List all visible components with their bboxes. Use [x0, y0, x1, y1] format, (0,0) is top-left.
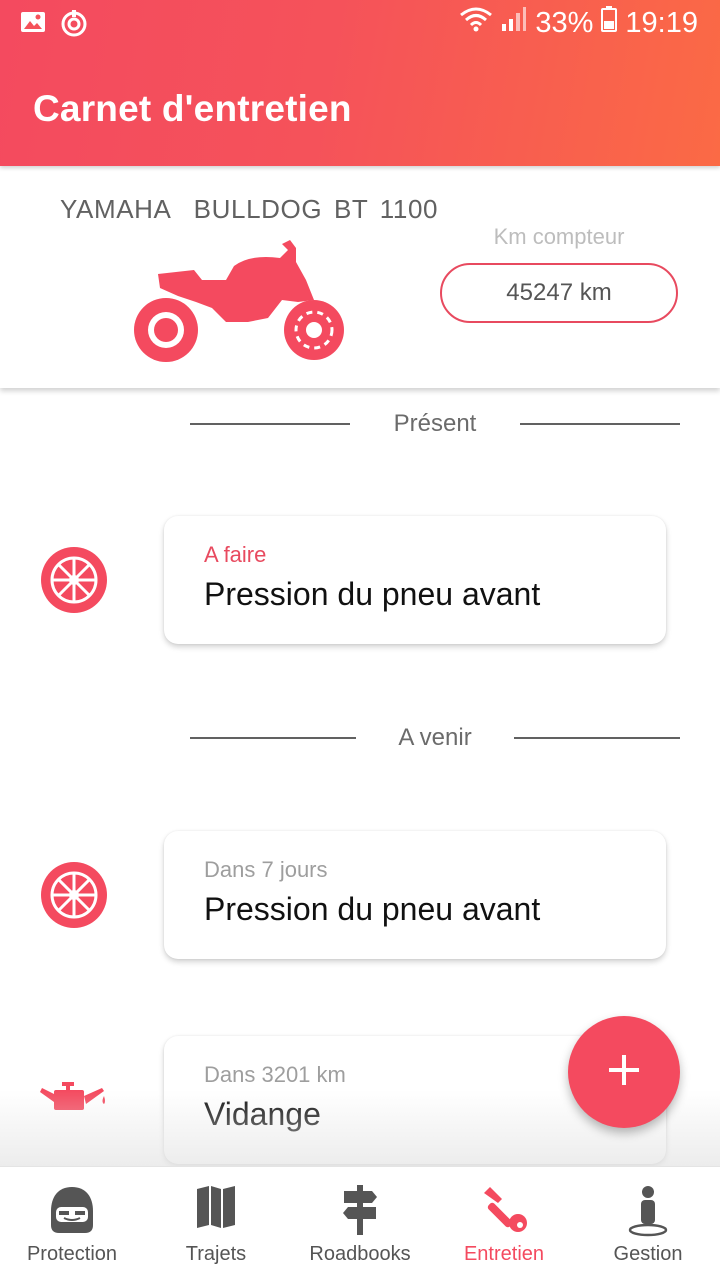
plus-icon	[609, 1054, 639, 1090]
nav-item-protection[interactable]: Protection	[0, 1167, 144, 1280]
nav-label-roadbooks: Roadbooks	[309, 1243, 411, 1265]
motorcycle-icon	[130, 240, 346, 371]
add-maintenance-button[interactable]	[568, 1016, 680, 1128]
odometer-field[interactable]: 45247 km	[440, 263, 678, 323]
task-status: Dans 7 jours	[204, 857, 328, 882]
task-status: A faire	[204, 542, 267, 567]
tire-icon	[40, 861, 108, 934]
oil-can-icon	[40, 1078, 110, 1123]
battery-percent: 33%	[535, 6, 594, 39]
nav-label-trajets: Trajets	[185, 1243, 247, 1265]
nav-label-protection: Protection	[26, 1243, 118, 1265]
wifi-icon	[459, 6, 493, 40]
clock: 19:19	[625, 6, 698, 39]
tire-icon	[40, 546, 108, 619]
person-icon	[628, 1185, 668, 1242]
nav-label-entretien: Entretien	[463, 1243, 545, 1265]
helmet-icon	[49, 1185, 95, 1240]
image-notification-icon	[20, 10, 46, 43]
section-header-present: Présent	[190, 404, 680, 444]
vehicle-name: YAMAHA BULLDOG BT 1100	[60, 194, 439, 224]
signal-icon	[501, 6, 527, 40]
vehicle-card: YAMAHA BULLDOG BT 1100 Km compteur 45247…	[0, 166, 720, 388]
map-icon	[196, 1185, 236, 1234]
battery-icon	[601, 6, 618, 40]
task-title: Pression du pneu avant	[204, 891, 541, 927]
app-header: 33% 19:19 Carnet d'entretien	[0, 0, 720, 166]
sync-notification-icon	[60, 10, 88, 43]
task-title: Vidange	[204, 1096, 321, 1132]
nav-label-gestion: Gestion	[613, 1243, 683, 1265]
nav-item-entretien[interactable]: Entretien	[432, 1167, 576, 1280]
page-title: Carnet d'entretien	[33, 88, 352, 129]
nav-item-roadbooks[interactable]: Roadbooks	[288, 1167, 432, 1280]
bottom-navigation: Protection Trajets Roadbooks Entretien G…	[0, 1166, 720, 1280]
wrench-icon	[480, 1185, 528, 1238]
status-bar: 33% 19:19	[0, 0, 720, 48]
odometer-label: Km compteur	[493, 224, 625, 249]
task-title: Pression du pneu avant	[204, 576, 541, 612]
task-card[interactable]: Dans 7 jours Pression du pneu avant	[164, 831, 666, 959]
nav-item-trajets[interactable]: Trajets	[144, 1167, 288, 1280]
task-card[interactable]: A faire Pression du pneu avant	[164, 516, 666, 644]
nav-item-gestion[interactable]: Gestion	[576, 1167, 720, 1280]
task-status: Dans 3201 km	[204, 1062, 346, 1087]
section-header-upcoming: A venir	[190, 718, 680, 758]
signpost-icon	[342, 1185, 378, 1240]
